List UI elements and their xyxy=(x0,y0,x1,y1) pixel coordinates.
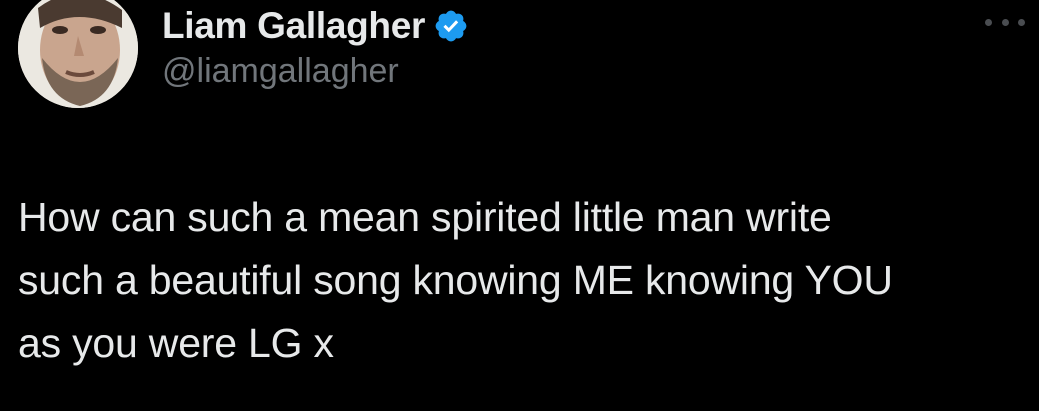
tweet-card: Liam Gallagher @liamgallagher How can su… xyxy=(0,0,1039,411)
tweet-text-line: as you were LG x xyxy=(18,320,334,366)
display-name[interactable]: Liam Gallagher xyxy=(162,5,425,47)
handle[interactable]: @liamgallagher xyxy=(162,52,399,91)
avatar[interactable] xyxy=(18,0,138,108)
more-dot xyxy=(1001,18,1009,26)
profile-photo xyxy=(18,0,138,108)
verified-badge-icon xyxy=(433,8,469,44)
tweet-text: How can such a mean spirited little man … xyxy=(18,186,1028,375)
tweet-text-line: How can such a mean spirited little man … xyxy=(18,194,832,240)
author-name-row: Liam Gallagher xyxy=(162,2,469,50)
more-dot xyxy=(985,18,992,26)
tweet-text-line: such a beautiful song knowing ME knowing… xyxy=(18,257,893,303)
more-dot xyxy=(1018,18,1025,26)
more-options-icon[interactable] xyxy=(985,12,1025,32)
